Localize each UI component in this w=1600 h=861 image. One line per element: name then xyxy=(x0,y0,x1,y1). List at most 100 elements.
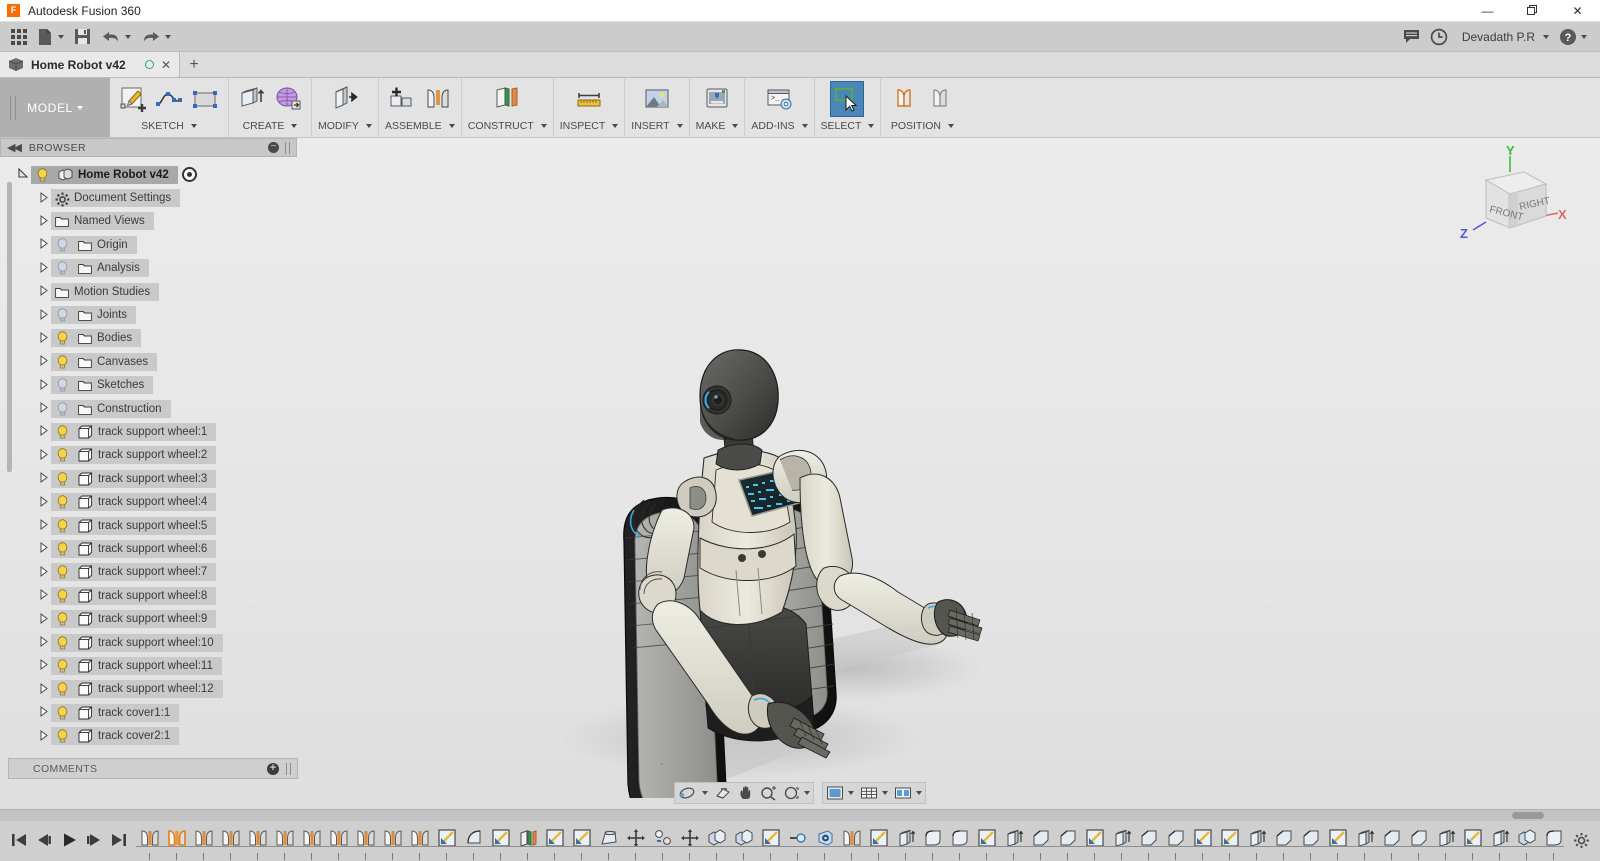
tree-row[interactable]: track support wheel:9 xyxy=(0,607,297,630)
tree-row[interactable]: track cover2:1 xyxy=(0,724,297,747)
timeline-item-chamfer[interactable] xyxy=(1027,824,1054,852)
ribbon-group-position-title[interactable]: POSITION xyxy=(891,117,954,135)
expand-collapse-icon[interactable] xyxy=(38,402,51,415)
timeline-item-sketch[interactable] xyxy=(487,824,514,852)
activate-component-icon[interactable] xyxy=(181,167,197,183)
revert-position-button[interactable] xyxy=(923,81,957,117)
expand-collapse-icon[interactable] xyxy=(38,682,51,696)
expand-collapse-icon[interactable] xyxy=(38,519,51,532)
tree-item-sketches[interactable]: Sketches xyxy=(51,376,154,395)
tree-item-track-support-wheel-4[interactable]: track support wheel:4 xyxy=(51,493,217,512)
timeline-item-joint[interactable] xyxy=(163,824,190,852)
light-bulb-on-icon[interactable] xyxy=(55,729,70,744)
light-bulb-off-icon[interactable] xyxy=(55,378,70,393)
tree-row[interactable]: track support wheel:7 xyxy=(0,561,297,584)
tree-row-root[interactable]: Home Robot v42 xyxy=(0,163,297,186)
orbit-button[interactable] xyxy=(675,783,711,803)
tree-row[interactable]: Document Settings xyxy=(0,186,297,209)
light-bulb-off-icon[interactable] xyxy=(55,308,70,323)
timeline-item-joint[interactable] xyxy=(379,824,406,852)
tree-item-joints[interactable]: Joints xyxy=(51,306,137,325)
step-back-button[interactable] xyxy=(31,825,56,855)
ribbon-group-addins-title[interactable]: ADD-INS xyxy=(751,117,808,135)
tree-item-bodies[interactable]: Bodies xyxy=(51,329,142,348)
timeline-item-extrude[interactable] xyxy=(1000,824,1027,852)
ribbon-group-sketch-title[interactable]: SKETCH xyxy=(141,117,197,135)
ribbon-group-create-title[interactable]: CREATE xyxy=(243,117,298,135)
timeline-item-sketch[interactable] xyxy=(1459,824,1486,852)
expand-collapse-icon[interactable] xyxy=(38,636,51,649)
press-pull-button[interactable] xyxy=(328,81,362,117)
timeline-item-align[interactable] xyxy=(784,824,811,852)
redo-button[interactable] xyxy=(136,24,176,50)
select-tool-button[interactable] xyxy=(830,81,865,117)
timeline-item-sketch[interactable] xyxy=(865,824,892,852)
tree-row[interactable]: Sketches xyxy=(0,374,297,397)
tree-item-track-cover1-1[interactable]: track cover1:1 xyxy=(51,703,180,722)
tree-row[interactable]: Named Views xyxy=(0,210,297,233)
extrude-button[interactable] xyxy=(235,81,269,117)
comments-panel[interactable]: COMMENTS + xyxy=(8,758,298,779)
tree-row[interactable]: track support wheel:8 xyxy=(0,584,297,607)
view-cube[interactable]: Y X Z FRONT RIGHT xyxy=(1440,144,1570,254)
timeline-item-sketch[interactable] xyxy=(541,824,568,852)
timeline-item-joint[interactable] xyxy=(352,824,379,852)
light-bulb-on-icon[interactable] xyxy=(55,471,70,486)
timeline-item-chamfer[interactable] xyxy=(1135,824,1162,852)
play-button[interactable] xyxy=(56,825,81,855)
timeline-item-sketch[interactable] xyxy=(1189,824,1216,852)
timeline-item-loft[interactable] xyxy=(595,824,622,852)
timeline-item-extrude[interactable] xyxy=(1351,824,1378,852)
light-bulb-on-icon[interactable] xyxy=(55,331,70,346)
timeline-item-extrude[interactable] xyxy=(892,824,919,852)
timeline-item-move[interactable] xyxy=(676,824,703,852)
maximize-button[interactable] xyxy=(1510,0,1555,22)
light-bulb-off-icon[interactable] xyxy=(55,401,70,416)
timeline-item-extrude[interactable] xyxy=(1432,824,1459,852)
expand-collapse-icon[interactable] xyxy=(38,706,51,719)
tree-row[interactable]: track support wheel:3 xyxy=(0,467,297,490)
timeline-item-offset-plane[interactable] xyxy=(514,824,541,852)
expand-collapse-icon[interactable] xyxy=(38,448,51,462)
timeline-scroll-track[interactable] xyxy=(0,810,1600,821)
tree-row[interactable]: track support wheel:5 xyxy=(0,514,297,537)
light-bulb-on-icon[interactable] xyxy=(55,658,70,673)
tree-row[interactable]: track support wheel:6 xyxy=(0,537,297,560)
show-data-panel-button[interactable] xyxy=(6,24,32,50)
timeline-item-chamfer[interactable] xyxy=(1270,824,1297,852)
expand-collapse-icon[interactable] xyxy=(38,261,51,275)
expand-collapse-icon[interactable] xyxy=(38,191,51,205)
timeline-item-joint[interactable] xyxy=(217,824,244,852)
expand-collapse-icon[interactable] xyxy=(38,729,51,743)
comments-button[interactable] xyxy=(1398,24,1425,50)
timeline-item-combine[interactable] xyxy=(730,824,757,852)
minimize-circle-icon[interactable]: − xyxy=(268,142,279,153)
expand-collapse-icon[interactable] xyxy=(38,425,51,438)
tree-row[interactable]: track support wheel:2 xyxy=(0,444,297,467)
tree-row[interactable]: Canvases xyxy=(0,350,297,373)
timeline-item-combine[interactable] xyxy=(1513,824,1540,852)
timeline-item-move[interactable] xyxy=(622,824,649,852)
expand-collapse-icon[interactable] xyxy=(38,355,51,368)
expand-collapse-icon[interactable] xyxy=(38,495,51,509)
comments-grip-handle[interactable] xyxy=(286,762,291,775)
workspace-selector[interactable]: MODEL xyxy=(0,78,110,137)
expand-collapse-icon[interactable] xyxy=(38,331,51,345)
new-tab-button[interactable]: + xyxy=(180,52,208,77)
help-button[interactable]: ? xyxy=(1554,24,1592,50)
timeline-item-chamfer[interactable] xyxy=(1378,824,1405,852)
3d-print-button[interactable] xyxy=(700,81,734,117)
expand-collapse-icon[interactable] xyxy=(38,238,51,251)
timeline-item-sketch[interactable] xyxy=(973,824,1000,852)
view-cube-graphic[interactable]: Y X Z FRONT RIGHT xyxy=(1440,144,1570,254)
timeline-item-sketch[interactable] xyxy=(1081,824,1108,852)
ribbon-group-make-title[interactable]: MAKE xyxy=(696,117,739,135)
create-form-button[interactable] xyxy=(271,81,305,117)
light-bulb-on-icon[interactable] xyxy=(55,612,70,627)
close-icon[interactable]: ✕ xyxy=(161,59,171,71)
tree-item-track-support-wheel-3[interactable]: track support wheel:3 xyxy=(51,469,217,488)
capture-position-button[interactable] xyxy=(887,81,921,117)
tree-item-motion-studies[interactable]: Motion Studies xyxy=(51,282,160,301)
ribbon-group-assemble-title[interactable]: ASSEMBLE xyxy=(385,117,455,135)
timeline-feature-track[interactable] xyxy=(136,824,1564,861)
